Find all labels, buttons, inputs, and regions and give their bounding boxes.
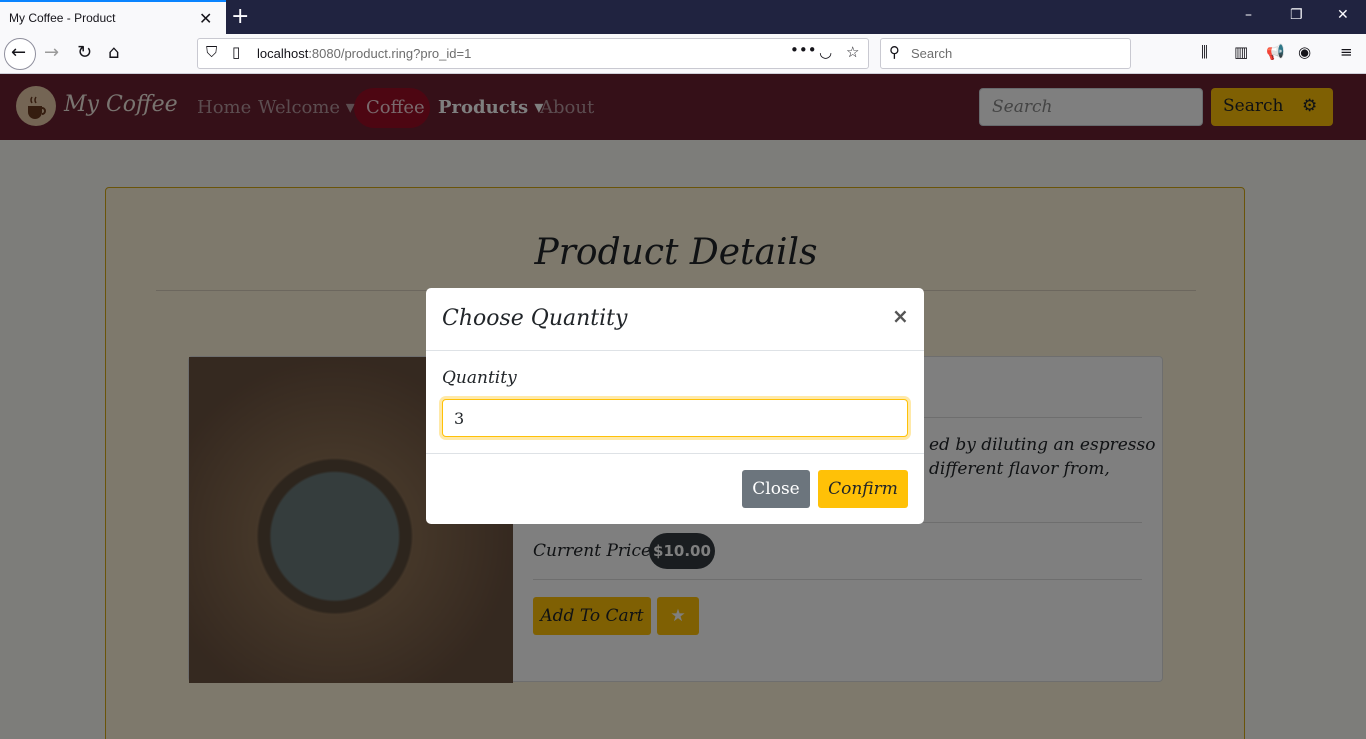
- choose-quantity-modal: Choose Quantity × Quantity Close Confirm: [426, 288, 924, 524]
- restore-icon[interactable]: ❐: [1290, 7, 1303, 23]
- minimize-icon[interactable]: –: [1245, 7, 1252, 23]
- url-host: localhost: [257, 46, 309, 61]
- browser-search-placeholder: Search: [911, 46, 953, 61]
- sidebar-icon[interactable]: ▥: [1234, 43, 1248, 61]
- window-close-icon[interactable]: ✕: [1337, 7, 1349, 23]
- menu-icon[interactable]: ≡: [1340, 43, 1353, 61]
- library-icon[interactable]: ⫼: [1201, 43, 1208, 61]
- pocket-icon[interactable]: ◡: [819, 43, 832, 61]
- tab-title: My Coffee - Product: [9, 11, 116, 25]
- browser-tab-bar: My Coffee - Product ✕ + – ❐ ✕: [0, 0, 1366, 34]
- browser-toolbar: ← → ↻ ⌂ ⛉ ▯ localhost:8080/product.ring?…: [0, 34, 1366, 74]
- close-button[interactable]: Close: [742, 470, 810, 508]
- url-text[interactable]: localhost:8080/product.ring?pro_id=1: [257, 46, 471, 61]
- modal-header-divider: [426, 350, 924, 351]
- browser-tab[interactable]: My Coffee - Product ✕: [0, 0, 226, 34]
- page-info-icon[interactable]: ▯: [232, 43, 240, 61]
- new-tab-button[interactable]: +: [231, 4, 249, 29]
- url-bar[interactable]: ⛉ ▯ localhost:8080/product.ring?pro_id=1…: [197, 38, 869, 69]
- bookmark-star-icon[interactable]: ☆: [846, 43, 859, 61]
- shield-icon[interactable]: ⛉: [206, 43, 217, 61]
- reload-icon[interactable]: ↻: [77, 42, 92, 63]
- home-icon[interactable]: ⌂: [108, 42, 119, 63]
- back-arrow-icon: ←: [11, 42, 27, 63]
- url-path: :8080/product.ring?pro_id=1: [308, 46, 472, 61]
- account-icon[interactable]: ◉: [1298, 43, 1311, 61]
- modal-close-icon[interactable]: ×: [892, 304, 909, 328]
- quantity-label: Quantity: [442, 368, 517, 388]
- page-actions-icon[interactable]: •••: [790, 41, 817, 59]
- modal-footer-divider: [426, 453, 924, 454]
- search-icon: ⚲: [889, 43, 900, 61]
- confirm-button[interactable]: Confirm: [818, 470, 908, 508]
- browser-search-bar[interactable]: ⚲ Search: [880, 38, 1131, 69]
- back-button[interactable]: ←: [4, 38, 36, 70]
- quantity-input[interactable]: [442, 399, 908, 437]
- tab-close-icon[interactable]: ✕: [199, 9, 212, 28]
- forward-arrow-icon[interactable]: →: [44, 42, 59, 63]
- modal-title: Choose Quantity: [442, 306, 628, 331]
- megaphone-icon[interactable]: 📢: [1266, 43, 1285, 61]
